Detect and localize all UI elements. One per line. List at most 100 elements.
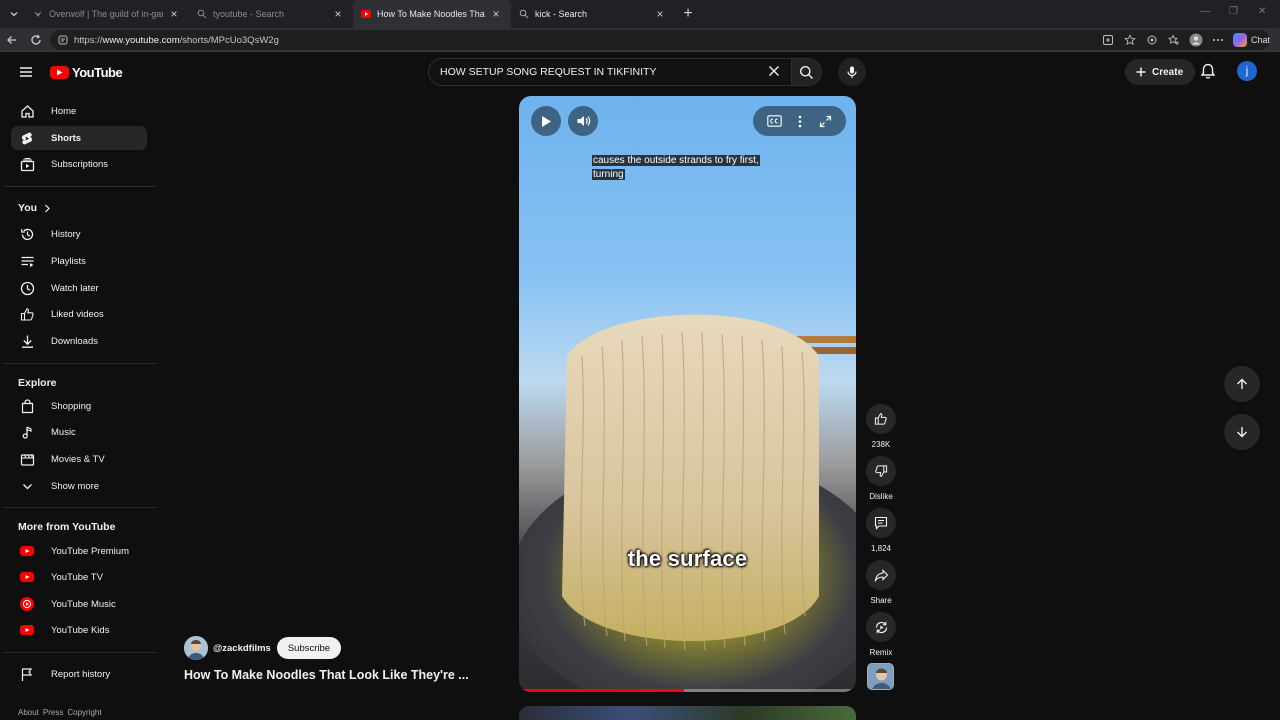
sidebar-item-youtube-kids[interactable]: YouTube Kids [11, 618, 147, 642]
volume-icon [576, 114, 591, 128]
extension-icon[interactable] [1145, 33, 1159, 47]
shopping-bag-icon [19, 398, 35, 414]
share-button[interactable] [866, 560, 896, 590]
browser-tab-overwolf[interactable]: Overwolf | The guild of in-game c × [25, 0, 189, 28]
playback-progress-bar[interactable] [519, 689, 856, 692]
footer-link-press[interactable]: Press [43, 708, 63, 717]
next-short-button[interactable] [1224, 414, 1260, 450]
youtube-wordmark: YouTube [72, 65, 123, 80]
next-short-preview[interactable] [519, 706, 856, 720]
sidebar-item-playlists[interactable]: Playlists [11, 249, 147, 273]
shorts-video-player[interactable]: causes the outside strands to fry first,… [519, 96, 856, 692]
favorites-icon[interactable] [1167, 33, 1181, 47]
channel-name[interactable]: @zackdfilms [213, 643, 271, 654]
short-title[interactable]: How To Make Noodles That Look Like They'… [184, 668, 469, 682]
create-button[interactable]: Create [1125, 59, 1196, 85]
sidebar-item-show-more[interactable]: Show more [11, 474, 147, 498]
sidebar-item-label: YouTube Kids [51, 624, 110, 636]
like-button[interactable] [866, 404, 896, 434]
new-tab-plus-icon[interactable]: + [677, 3, 699, 25]
app-available-icon[interactable] [1101, 33, 1115, 47]
account-avatar[interactable]: j [1237, 61, 1257, 81]
close-window-icon[interactable]: ✕ [1258, 6, 1266, 17]
clear-search-icon[interactable] [766, 63, 782, 79]
sidebar-item-downloads[interactable]: Downloads [11, 329, 147, 353]
tab-close-icon[interactable]: × [653, 7, 667, 21]
comments-button[interactable] [866, 508, 896, 538]
browser-tab-active-youtube[interactable]: How To Make Noodles That Look L × [353, 0, 511, 28]
favorite-star-icon[interactable] [1123, 33, 1137, 47]
sidebar-item-movies-tv[interactable]: Movies & TV [11, 447, 147, 471]
sidebar-item-youtube-music[interactable]: YouTube Music [11, 592, 147, 616]
sidebar-item-label: Shorts [51, 132, 82, 144]
notifications-bell-icon[interactable] [1199, 62, 1217, 80]
sidebar-you-heading[interactable]: You [18, 202, 51, 214]
tab-close-icon[interactable]: × [331, 7, 345, 21]
tab-title: tyoutube - Search [213, 9, 285, 19]
more-vertical-icon[interactable] [798, 115, 802, 128]
search-input[interactable]: HOW SETUP SONG REQUEST IN TIKFINITY [428, 58, 792, 86]
more-options-icon[interactable] [1211, 33, 1225, 47]
play-button[interactable] [531, 106, 561, 136]
remix-label: Remix [869, 648, 893, 657]
youtube-play-logo-icon [50, 66, 69, 79]
dislike-button[interactable] [866, 456, 896, 486]
yt-music-icon [19, 596, 35, 612]
sidebar-item-label: Movies & TV [51, 453, 105, 465]
sidebar-divider [4, 507, 156, 508]
browser-tab-bar: Overwolf | The guild of in-game c × tyou… [0, 0, 1280, 28]
footer-link-about[interactable]: About [18, 708, 39, 717]
sidebar-item-shopping[interactable]: Shopping [11, 394, 147, 418]
comment-bubble-icon [874, 516, 888, 530]
hamburger-menu-icon[interactable] [18, 64, 34, 80]
copilot-chat-button[interactable]: Chat [1232, 33, 1270, 47]
voice-search-button[interactable] [838, 58, 866, 86]
yt-tv-icon [19, 569, 35, 585]
sidebar-divider [4, 652, 156, 653]
tab-close-icon[interactable]: × [489, 7, 503, 21]
sidebar-item-report-history[interactable]: Report history [11, 662, 147, 686]
share-action: Share [866, 560, 896, 605]
channel-avatar[interactable] [184, 636, 208, 660]
copilot-icon [1232, 33, 1247, 47]
browser-extensions: Chat [1101, 28, 1280, 52]
browser-tab-youtube-search[interactable]: tyoutube - Search × [189, 0, 353, 28]
youtube-logo[interactable]: YouTube [50, 65, 123, 80]
sidebar-item-watch-later[interactable]: Watch later [11, 276, 147, 300]
subscriptions-icon [19, 156, 35, 172]
maximize-window-icon[interactable]: ❐ [1229, 6, 1238, 17]
browser-tab-kick-search[interactable]: kick - Search × [511, 0, 675, 28]
url-path: /shorts/MPcUo3QsW2g [179, 34, 279, 46]
sidebar-item-music[interactable]: Music [11, 420, 147, 444]
search-query-text: HOW SETUP SONG REQUEST IN TIKFINITY [440, 66, 657, 78]
sidebar-more-heading: More from YouTube [18, 521, 116, 533]
sidebar-item-home[interactable]: Home [11, 99, 147, 123]
sidebar-item-history[interactable]: History [11, 222, 147, 246]
subscribe-button[interactable]: Subscribe [276, 637, 342, 659]
sidebar-item-shorts[interactable]: Shorts [11, 126, 147, 150]
search-button[interactable] [792, 58, 822, 86]
clock-icon [19, 280, 35, 296]
reload-icon[interactable] [24, 28, 48, 52]
sidebar-item-youtube-tv[interactable]: YouTube TV [11, 565, 147, 589]
back-arrow-icon[interactable] [0, 28, 24, 52]
footer-link-copyright[interactable]: Copyright [67, 708, 101, 717]
sidebar-item-youtube-premium[interactable]: YouTube Premium [11, 539, 147, 563]
site-info-icon[interactable] [58, 35, 68, 45]
tab-title: kick - Search [535, 9, 588, 19]
profile-avatar-icon[interactable] [1189, 33, 1203, 47]
sound-thumbnail[interactable] [867, 663, 894, 690]
sidebar-item-liked-videos[interactable]: Liked videos [11, 302, 147, 326]
captions-cc-icon[interactable] [767, 115, 782, 127]
tab-close-icon[interactable]: × [167, 7, 181, 21]
url-field[interactable]: https://www.youtube.com/shorts/MPcUo3QsW… [50, 30, 1270, 50]
minimize-window-icon[interactable]: — [1200, 6, 1210, 17]
previous-short-button[interactable] [1224, 366, 1260, 402]
fullscreen-expand-icon[interactable] [819, 115, 832, 128]
remix-button[interactable] [866, 612, 896, 642]
microphone-icon [845, 65, 859, 79]
music-note-icon [19, 424, 35, 440]
tab-list-chevron-icon[interactable] [3, 3, 25, 25]
sidebar-item-subscriptions[interactable]: Subscriptions [11, 152, 147, 176]
volume-button[interactable] [568, 106, 598, 136]
